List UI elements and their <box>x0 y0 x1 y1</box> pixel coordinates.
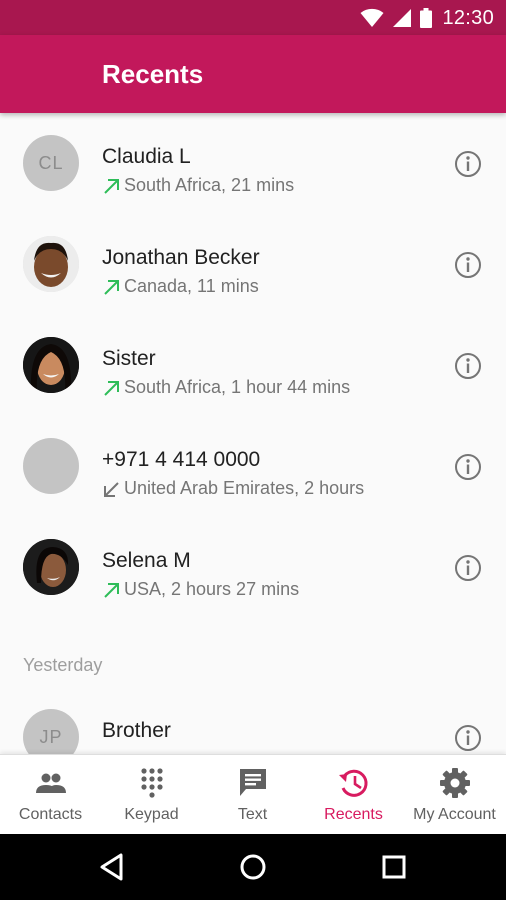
list-item[interactable]: Sister South Africa, 1 hour 44 mins <box>0 315 506 416</box>
list-item[interactable]: JP Brother <box>0 687 506 754</box>
outgoing-call-icon <box>104 178 119 194</box>
nav-text[interactable]: Text <box>202 755 303 835</box>
wifi-icon <box>360 8 384 27</box>
signal-icon <box>393 9 412 27</box>
outgoing-call-icon <box>104 582 119 598</box>
avatar-photo <box>23 236 79 292</box>
back-icon[interactable] <box>97 851 129 883</box>
call-detail: Canada, 11 mins <box>102 276 259 297</box>
history-icon <box>338 769 367 797</box>
call-detail-text: USA, 2 hours 27 mins <box>124 579 300 599</box>
contact-name: Brother <box>102 719 171 742</box>
nav-my-account[interactable]: My Account <box>404 755 505 835</box>
contacts-icon <box>35 773 66 793</box>
avatar-initials: CL <box>38 152 64 173</box>
call-detail: South Africa, 1 hour 44 mins <box>102 377 350 398</box>
avatar <box>23 236 79 292</box>
nav-contacts[interactable]: Contacts <box>0 755 101 835</box>
call-detail-text: South Africa, 21 mins <box>124 175 295 195</box>
outgoing-call-icon <box>104 279 119 295</box>
page-title: Recents <box>102 59 204 89</box>
nav-label: Recents <box>324 806 383 823</box>
info-icon[interactable] <box>452 722 484 754</box>
info-icon[interactable] <box>452 350 484 382</box>
nav-keypad[interactable]: Keypad <box>101 755 202 835</box>
avatar <box>23 438 79 494</box>
system-nav-bar <box>0 834 506 900</box>
section-header-yesterday: Yesterday <box>23 655 103 675</box>
list-item[interactable]: CL Claudia L South Africa, 21 mins <box>0 113 506 214</box>
call-detail: South Africa, 21 mins <box>102 175 294 196</box>
contact-name: Jonathan Becker <box>102 246 260 269</box>
status-time: 12:30 <box>442 6 494 29</box>
nav-recents[interactable]: Recents <box>303 755 404 835</box>
contact-name: Claudia L <box>102 145 191 168</box>
status-bar: 12:30 <box>0 0 506 35</box>
list-item[interactable]: +971 4 414 0000 United Arab Emirates, 2 … <box>0 416 506 517</box>
message-icon <box>239 769 266 796</box>
app-bar: Recents <box>0 35 506 113</box>
avatar-photo <box>23 539 79 595</box>
contact-name: +971 4 414 0000 <box>102 448 261 471</box>
recents-list[interactable]: CL Claudia L South Africa, 21 mins Jonat… <box>0 113 506 754</box>
call-detail-text: United Arab Emirates, 2 hours <box>124 478 365 498</box>
call-detail: USA, 2 hours 27 mins <box>102 579 299 600</box>
nav-label: Text <box>237 806 268 823</box>
recent-apps-icon[interactable] <box>378 851 410 883</box>
incoming-call-icon <box>104 481 119 497</box>
status-icons: 12:30 <box>360 6 494 30</box>
info-icon[interactable] <box>452 451 484 483</box>
avatar: CL <box>23 135 79 191</box>
avatar-initials: JP <box>39 726 63 747</box>
contact-name: Selena M <box>102 549 191 572</box>
info-icon[interactable] <box>452 552 484 584</box>
nav-label: My Account <box>413 806 496 823</box>
avatar-photo <box>23 337 79 393</box>
avatar <box>23 337 79 393</box>
info-icon[interactable] <box>452 148 484 180</box>
list-item[interactable]: Jonathan Becker Canada, 11 mins <box>0 214 506 315</box>
keypad-icon <box>140 768 163 798</box>
avatar: JP <box>23 709 79 754</box>
gear-icon <box>439 768 470 798</box>
call-detail-text: South Africa, 1 hour 44 mins <box>124 377 351 397</box>
bottom-nav: Contacts Keypad Text Recents My Account <box>0 754 506 834</box>
home-icon[interactable] <box>237 851 269 883</box>
nav-label: Keypad <box>124 806 179 823</box>
outgoing-call-icon <box>104 380 119 396</box>
nav-label: Contacts <box>18 806 83 823</box>
list-item[interactable]: Selena M USA, 2 hours 27 mins <box>0 517 506 618</box>
call-detail: United Arab Emirates, 2 hours <box>102 478 364 499</box>
call-detail-text: Canada, 11 mins <box>124 276 259 296</box>
avatar <box>23 539 79 595</box>
contact-name: Sister <box>102 347 156 370</box>
battery-icon <box>420 8 433 28</box>
info-icon[interactable] <box>452 249 484 281</box>
